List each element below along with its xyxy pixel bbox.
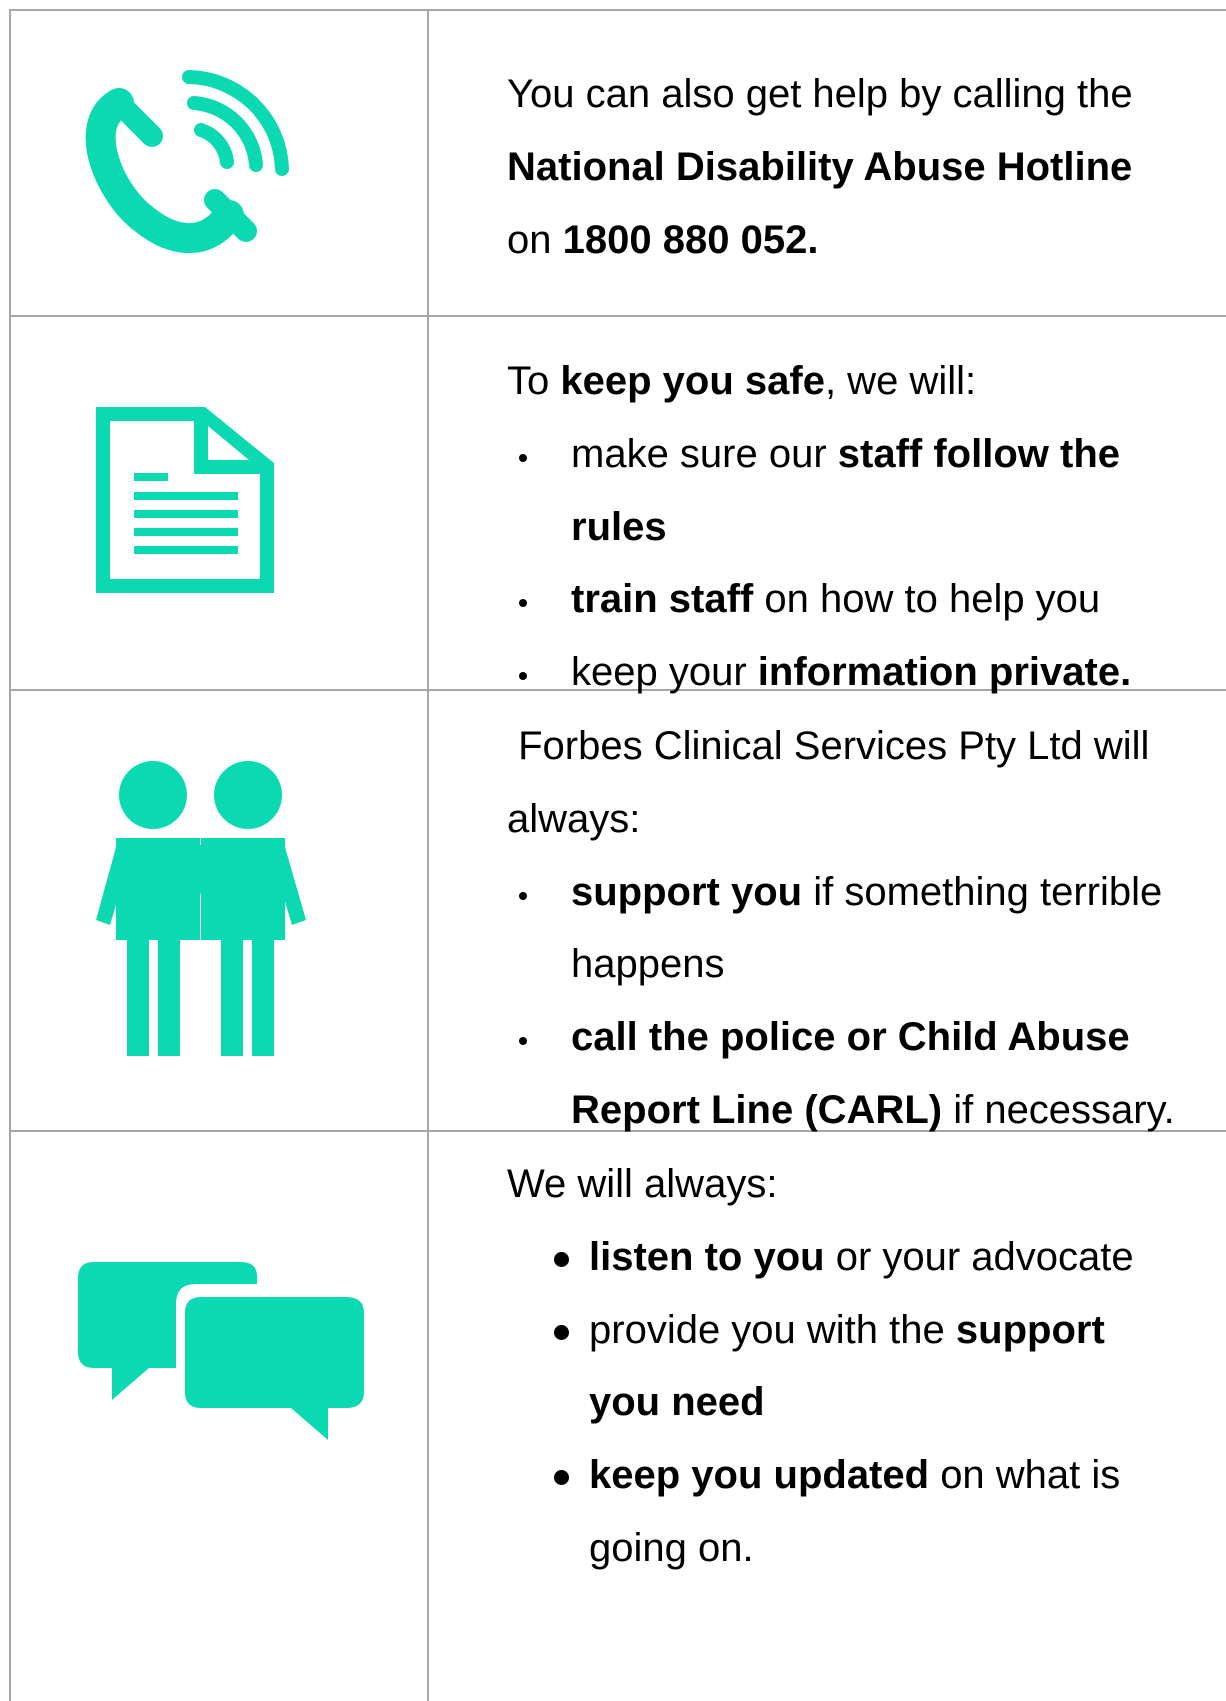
list-item: provide you with the support you need bbox=[547, 1294, 1214, 1440]
speech-bubbles-icon bbox=[78, 1262, 364, 1440]
list-item: listen to you or your advocate bbox=[547, 1221, 1214, 1294]
list-item: train staff on how to help you bbox=[507, 563, 1214, 636]
keep-safe-text: To keep you safe, we will: make sure our… bbox=[507, 345, 1214, 709]
hotline-text: You can also get help by calling the Nat… bbox=[507, 72, 1133, 262]
forbes-text: Forbes Clinical Services Pty Ltd will al… bbox=[507, 710, 1214, 1147]
forbes-list: support you if something terrible happens… bbox=[507, 856, 1214, 1147]
table-column-divider bbox=[427, 9, 429, 1701]
document-icon bbox=[96, 407, 274, 593]
row-divider bbox=[9, 315, 1226, 317]
we-will-always-list: listen to you or your advocate provide y… bbox=[507, 1221, 1214, 1585]
keep-safe-list: make sure our staff follow the rules trai… bbox=[507, 418, 1214, 709]
list-item: call the police or Child Abuse Report Lin… bbox=[507, 1001, 1214, 1147]
list-item: keep your information private. bbox=[507, 636, 1214, 709]
phone-icon bbox=[85, 70, 289, 254]
list-item: support you if something terrible happens bbox=[507, 856, 1214, 1002]
table-border-left bbox=[9, 9, 11, 1701]
list-item: keep you updated on what is going on. bbox=[547, 1439, 1214, 1585]
two-people-icon bbox=[96, 761, 306, 1056]
table-border-top bbox=[9, 9, 1226, 11]
list-item: make sure our staff follow the rules bbox=[507, 418, 1214, 564]
we-will-always-text: We will always: listen to you or your ad… bbox=[507, 1148, 1214, 1585]
